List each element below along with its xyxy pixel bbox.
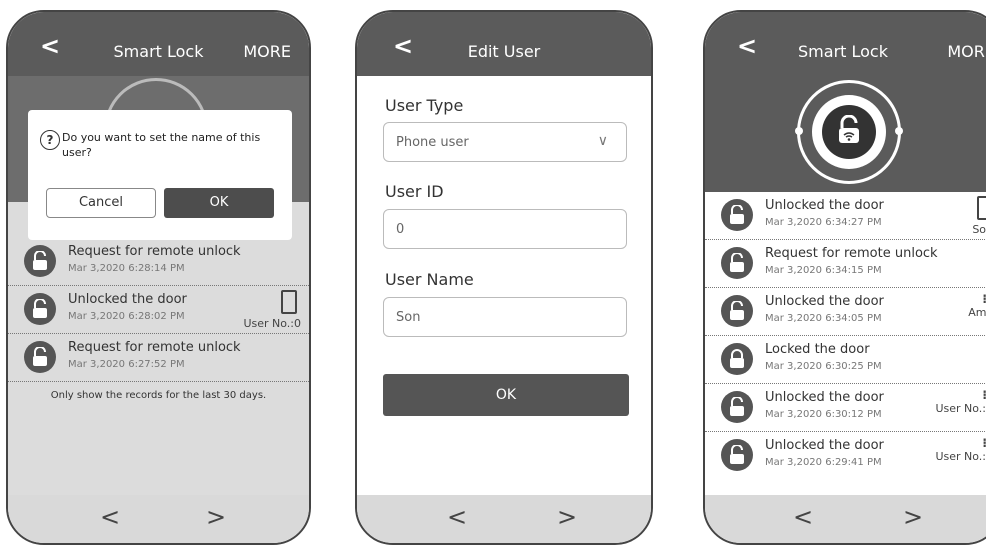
record-item: Unlocked the door Mar 3,2020 6:34:05 PM … [705,288,986,336]
record-title: Locked the door [765,342,870,357]
record-title: Unlocked the door [765,198,884,213]
user-id-field[interactable]: 0 [383,209,627,249]
ok-button[interactable]: OK [383,374,629,416]
unlock-icon [721,247,753,279]
record-time: Mar 3,2020 6:34:27 PM [765,217,882,228]
user-name-value: Son [396,310,421,325]
footer-nav: < > [8,495,309,543]
record-time: Mar 3,2020 6:30:25 PM [765,361,882,372]
lock-button-core [822,105,876,159]
phone-screen-edit-user: < Edit User User Type Phone user ∨ User … [355,10,653,545]
record-device: Son [972,196,986,236]
user-type-value: Phone user [396,135,469,150]
chevron-down-icon: ∨ [597,133,608,149]
record-device: User No.:0 [243,290,301,330]
unlock-icon [721,199,753,231]
ring-dot-left [795,127,803,135]
unlock-icon [24,245,56,277]
records-note: Only show the records for the last 30 da… [50,390,267,401]
record-user: Amy [968,306,986,319]
record-title: Request for remote unlock [68,340,241,355]
page-title: Edit User [467,42,541,61]
more-button[interactable]: MORE [947,42,986,61]
phone-screen-smart-lock-dialog: < Smart Lock MORE Request for remote unl… [6,10,311,545]
lock-status-panel [705,76,986,192]
phone-icon [281,290,297,314]
record-time: Mar 3,2020 6:27:52 PM [68,359,185,370]
record-time: Mar 3,2020 6:29:41 PM [765,457,882,468]
unlock-icon [721,295,753,327]
prev-button[interactable]: < [447,503,467,531]
footer-nav: < > [357,495,651,543]
next-button[interactable]: > [206,503,226,531]
record-list: Unlocked the door Mar 3,2020 6:34:27 PM … [705,192,986,480]
prev-button[interactable]: < [100,503,120,531]
keypad-icon: ⁝⁝⁝ [982,292,986,306]
record-item: Request for remote unlock Mar 3,2020 6:2… [8,334,309,382]
record-user: User No.:0 [935,402,986,415]
record-device: ⁝⁝⁝ Amy [968,292,986,319]
record-device: ⁝⁝⁝ User No.:0 [935,436,986,463]
record-item: Locked the door Mar 3,2020 6:30:25 PM [705,336,986,384]
record-user: Son [972,223,986,236]
phone-screen-smart-lock-records: < Smart Lock MORE Unlocked the d [703,10,986,545]
record-title: Request for remote unlock [765,246,938,261]
lock-status-ring [795,80,903,184]
record-item: Unlocked the door Mar 3,2020 6:34:27 PM … [705,192,986,240]
record-time: Mar 3,2020 6:28:02 PM [68,311,185,322]
phone-icon [977,196,986,220]
record-title: Unlocked the door [68,292,187,307]
user-type-label: User Type [385,96,464,115]
question-icon: ? [40,130,60,150]
set-name-dialog: ? Do you want to set the name of this us… [28,110,292,240]
keypad-icon: ⁝⁝⁝ [982,436,986,450]
record-item: Request for remote unlock Mar 3,2020 6:2… [8,238,309,286]
lock-button[interactable] [812,95,886,169]
ring-dot-right [895,127,903,135]
record-item: Request for remote unlock Mar 3,2020 6:3… [705,240,986,288]
record-user: User No.:0 [243,317,301,330]
keypad-icon: ⁝⁝⁝ [982,388,986,402]
user-id-value: 0 [396,222,405,237]
record-time: Mar 3,2020 6:30:12 PM [765,409,882,420]
unlock-icon [24,293,56,325]
record-title: Unlocked the door [765,438,884,453]
record-item: Unlocked the door Mar 3,2020 6:28:02 PM … [8,286,309,334]
ok-button[interactable]: OK [164,188,274,218]
record-title: Unlocked the door [765,294,884,309]
footer-nav: < > [705,495,986,543]
record-item: Unlocked the door Mar 3,2020 6:29:41 PM … [705,432,986,480]
record-list: Request for remote unlock Mar 3,2020 6:2… [8,238,309,401]
more-button[interactable]: MORE [243,42,291,61]
user-id-label: User ID [385,182,444,201]
user-name-field[interactable]: Son [383,297,627,337]
user-type-select[interactable]: Phone user ∨ [383,122,627,162]
prev-button[interactable]: < [793,503,813,531]
header: < Edit User [357,12,651,76]
record-time: Mar 3,2020 6:34:15 PM [765,265,882,276]
unlock-icon [24,341,56,373]
cancel-button[interactable]: Cancel [46,188,156,218]
record-device: ⁝⁝⁝ User No.:0 [935,388,986,415]
user-name-label: User Name [385,270,474,289]
unlock-icon [721,439,753,471]
header: < Smart Lock MORE [705,12,986,76]
record-item: Unlocked the door Mar 3,2020 6:30:12 PM … [705,384,986,432]
header: < Smart Lock MORE [8,12,309,76]
next-button[interactable]: > [903,503,923,531]
record-user: User No.:0 [935,450,986,463]
lock-icon [721,343,753,375]
next-button[interactable]: > [557,503,577,531]
unlock-icon [721,391,753,423]
page-title: Smart Lock [798,42,888,61]
remote-unlock-icon [839,115,859,143]
record-time: Mar 3,2020 6:28:14 PM [68,263,185,274]
record-title: Unlocked the door [765,390,884,405]
record-time: Mar 3,2020 6:34:05 PM [765,313,882,324]
dialog-message: Do you want to set the name of this user… [62,131,261,159]
record-title: Request for remote unlock [68,244,241,259]
